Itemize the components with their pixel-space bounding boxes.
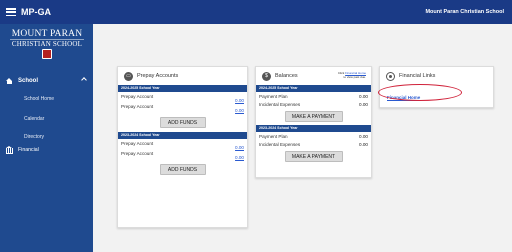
amount-link[interactable]: 0.00 — [235, 108, 244, 113]
chevron-up-icon — [81, 77, 87, 83]
dollar-icon: $ — [262, 71, 271, 81]
section-year-header: 2023-2024 School Year — [256, 125, 371, 132]
prepay-accounts-card: ▭ Prepay Accounts 2024-2025 School Year … — [117, 66, 248, 228]
school-name: Mount Paran Christian School — [425, 9, 504, 15]
amount-link[interactable]: 0.00 — [235, 155, 244, 160]
highlight-ellipse — [378, 84, 462, 101]
sidebar-item-directory[interactable]: Directory — [24, 134, 44, 140]
sidebar: MOUNT PARAN CHRISTIAN SCHOOL School Scho… — [0, 24, 93, 252]
add-funds-button[interactable]: ADD FUNDS — [159, 164, 206, 175]
bank-icon — [6, 146, 13, 154]
section-year-header: 2024-2025 School Year — [118, 85, 247, 92]
account-row: Prepay Account 0.00 — [121, 151, 244, 160]
amount-link[interactable]: 0.00 — [235, 145, 244, 150]
sidebar-item-calendar[interactable]: Calendar — [24, 116, 44, 122]
make-payment-button[interactable]: MAKE A PAYMENT — [284, 111, 343, 122]
shield-icon — [42, 49, 52, 59]
balance-row: Incidental Expenses 0.00 — [259, 142, 368, 147]
card-title: Balances — [275, 73, 298, 79]
section-year-header: 2024-2025 School Year — [256, 85, 371, 92]
sidebar-item-financial[interactable]: Financial — [6, 146, 39, 154]
amount-link[interactable]: 0.00 — [235, 98, 244, 103]
sidebar-item-school[interactable]: School — [6, 74, 90, 88]
top-bar: MP-GA Mount Paran Christian School — [0, 0, 512, 24]
school-logo[interactable]: MOUNT PARAN CHRISTIAN SCHOOL — [10, 29, 84, 68]
app-title: MP-GA — [21, 7, 51, 17]
sidebar-item-school-home[interactable]: School Home — [24, 96, 54, 102]
add-funds-button[interactable]: ADD FUNDS — [159, 117, 206, 128]
account-row: Prepay Account 0.00 — [121, 141, 244, 150]
gear-icon — [386, 71, 395, 81]
section-year-header: 2023-2024 School Year — [118, 132, 247, 139]
balances-card: $ Balances Click Financial Home to view … — [255, 66, 372, 178]
balance-row: Incidental Expenses 0.00 — [259, 102, 368, 107]
make-payment-button[interactable]: MAKE A PAYMENT — [284, 151, 343, 162]
past-due-note: Click Financial Home to view past due. — [337, 71, 366, 79]
home-icon — [6, 78, 13, 84]
account-row: Prepay Account 0.00 — [121, 94, 244, 103]
balance-row: Payment Plan 0.00 — [259, 94, 368, 99]
account-row: Prepay Account 0.00 — [121, 104, 244, 113]
main-content: ▭ Prepay Accounts 2024-2025 School Year … — [93, 24, 512, 252]
card-icon: ▭ — [124, 71, 133, 81]
card-title: Financial Links — [399, 73, 436, 79]
hamburger-menu-icon[interactable] — [6, 8, 16, 16]
balance-row: Payment Plan 0.00 — [259, 134, 368, 139]
card-title: Prepay Accounts — [137, 73, 179, 79]
